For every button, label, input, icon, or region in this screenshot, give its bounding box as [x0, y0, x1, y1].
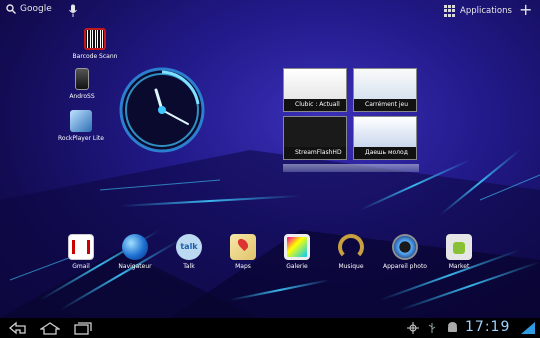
shortcut-andross[interactable]: AndroSS	[47, 68, 117, 100]
market-bag-icon	[446, 234, 472, 260]
tab-title: Clubic : Actuall	[284, 99, 346, 111]
browser-tab-thumbnail[interactable]: Даешь молод	[353, 116, 417, 160]
apps-grid-icon	[444, 5, 456, 17]
status-time[interactable]: 17:19	[465, 319, 510, 335]
dock-app-label: Appareil photo	[383, 263, 427, 270]
barcode-icon	[84, 28, 106, 50]
shortcut-label: Barcode Scann	[72, 53, 118, 60]
tab-title: Даешь молод	[354, 147, 416, 159]
search-label: Google	[20, 4, 52, 14]
usb-icon	[428, 323, 436, 333]
dock-app-gmail[interactable]: Gmail	[51, 234, 111, 270]
shortcut-label: AndroSS	[69, 93, 95, 100]
dock-app-label: Market	[448, 263, 470, 270]
dock-app-label: Talk	[183, 263, 195, 270]
phone-icon	[75, 68, 89, 90]
gmail-icon	[68, 234, 94, 260]
browser-tab-thumbnail[interactable]: Clubic : Actuall	[283, 68, 347, 112]
dock-app-maps[interactable]: Maps	[213, 234, 273, 270]
browser-tabs-widget: Clubic : Actuall Carrément jeu StreamFla…	[283, 66, 419, 176]
dock-app-label: Musique	[338, 263, 364, 270]
applications-label: Applications	[460, 6, 512, 16]
camera-icon	[392, 234, 418, 260]
maps-icon	[230, 234, 256, 260]
dock-app-label: Navigateur	[118, 263, 152, 270]
browser-tab-thumbnail[interactable]: StreamFlashHD	[283, 116, 347, 160]
tab-title: Carrément jeu	[354, 99, 416, 111]
dock-app-talk[interactable]: talk Talk	[159, 234, 219, 270]
google-search-button[interactable]: Google	[6, 4, 52, 14]
dock-app-camera[interactable]: Appareil photo	[375, 234, 435, 270]
dock-app-musique[interactable]: Musique	[321, 234, 381, 270]
back-icon[interactable]	[8, 321, 28, 335]
top-bar: Google Applications +	[0, 0, 540, 24]
location-icon	[407, 322, 419, 334]
signal-icon[interactable]	[521, 322, 535, 334]
recent-apps-icon[interactable]	[73, 321, 93, 335]
dock-app-label: Galerie	[286, 263, 308, 270]
page-preview	[354, 69, 416, 99]
dock-app-market[interactable]: Market	[429, 234, 489, 270]
search-icon	[6, 4, 16, 14]
shortcut-barcode-scanner[interactable]: Barcode Scann	[60, 28, 130, 60]
widget-scroll-edge	[283, 164, 419, 172]
shortcut-label: RockPlayer Lite	[58, 135, 104, 142]
dock-app-label: Gmail	[72, 263, 90, 270]
dock-app-label: Maps	[235, 263, 251, 270]
tab-title: StreamFlashHD	[284, 147, 346, 159]
add-icon[interactable]: +	[519, 2, 532, 18]
android-icon	[448, 322, 457, 332]
talk-icon: talk	[176, 234, 202, 260]
page-preview	[284, 117, 346, 147]
gallery-icon	[284, 234, 310, 260]
page-preview	[284, 69, 346, 99]
browser-globe-icon	[122, 234, 148, 260]
dock-app-galerie[interactable]: Galerie	[267, 234, 327, 270]
analog-clock-widget[interactable]	[118, 66, 206, 154]
system-bar: 17:19	[0, 318, 540, 338]
headphones-icon	[338, 234, 364, 260]
browser-tab-thumbnail[interactable]: Carrément jeu	[353, 68, 417, 112]
applications-button[interactable]: Applications	[444, 5, 512, 17]
mic-icon[interactable]	[68, 4, 78, 18]
rockplayer-icon	[70, 110, 92, 132]
dock-app-navigateur[interactable]: Navigateur	[105, 234, 165, 270]
shortcut-rockplayer[interactable]: RockPlayer Lite	[46, 110, 116, 142]
home-icon[interactable]	[40, 321, 60, 335]
page-preview	[354, 117, 416, 147]
